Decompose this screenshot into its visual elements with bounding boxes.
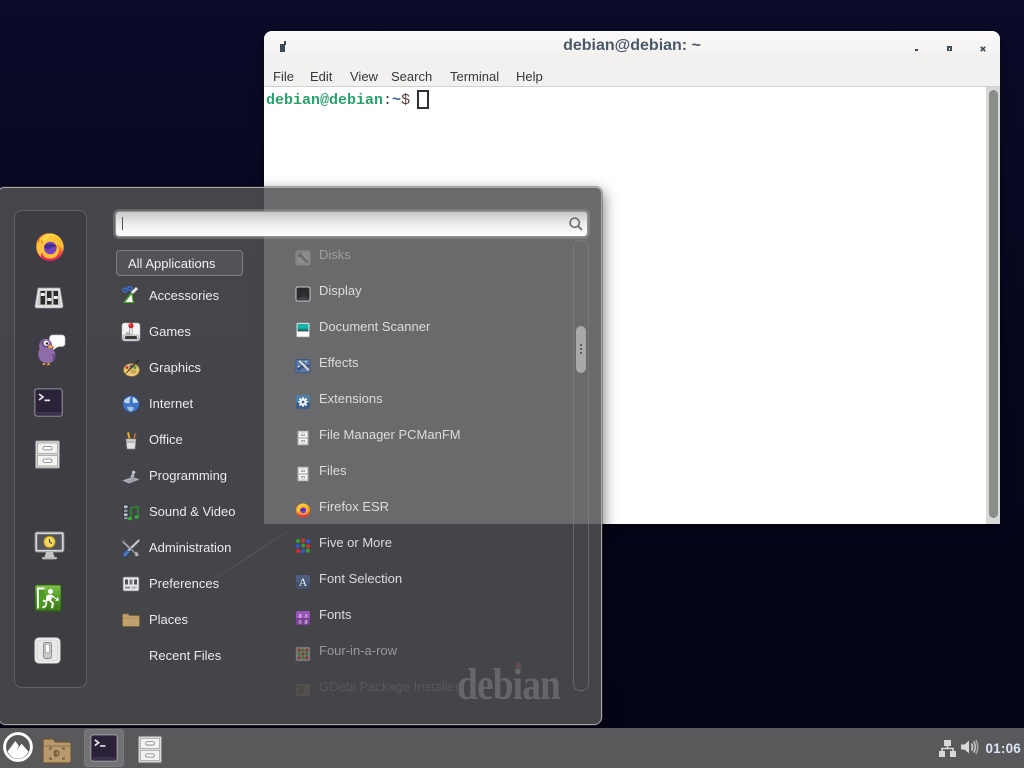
svg-text:A: A [299, 575, 308, 589]
